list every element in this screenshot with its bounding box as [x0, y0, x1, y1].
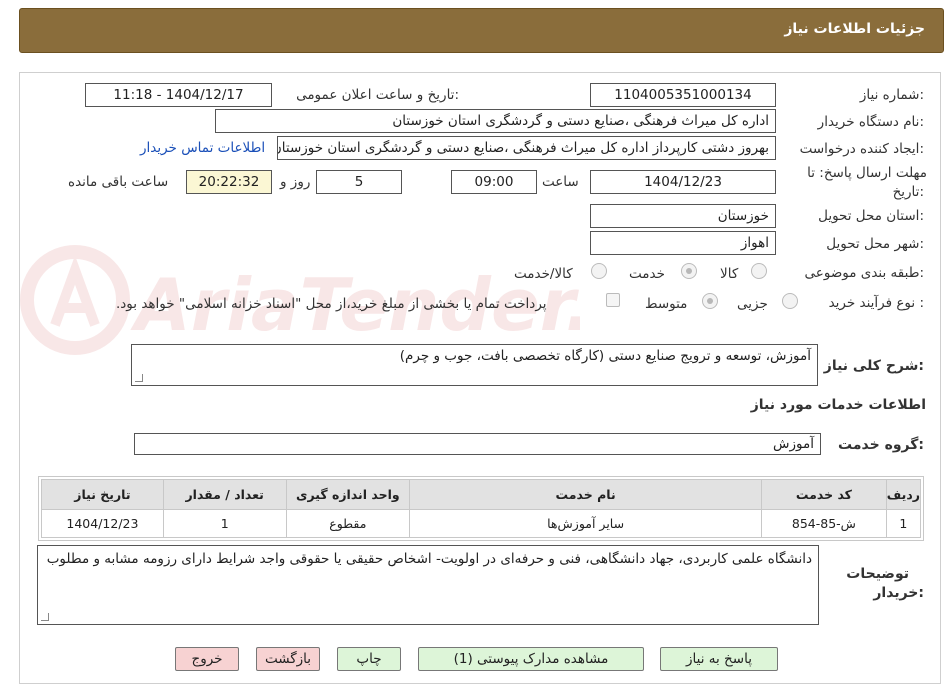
header-service-name: نام خدمت	[409, 479, 763, 510]
cell-need-date: 1404/12/23	[41, 509, 164, 538]
buyer-contact-link[interactable]: اطلاعات تماس خریدار	[140, 140, 265, 156]
back-button[interactable]: بازگشت	[256, 647, 320, 671]
deadline-label: مهلت ارسال پاسخ: تا	[807, 165, 927, 181]
resize-grip-icon[interactable]	[41, 613, 49, 621]
category-option-goods-service: کالا/خدمت	[514, 266, 573, 282]
requester-field: بهروز دشتی کارپرداز اداره کل میراث فرهنگ…	[277, 136, 776, 160]
table-row[interactable]: 1 ش-85-854 سایر آموزش‌ها مقطوع 1 1404/12…	[41, 509, 922, 538]
services-table: ردیف کد خدمت نام خدمت واحد اندازه گیری ت…	[41, 479, 922, 538]
treasury-payment-checkbox[interactable]	[606, 293, 620, 307]
treasury-payment-note: پرداخت تمام یا بخشی از مبلغ خرید،از محل …	[116, 296, 547, 312]
general-description-label: شرح کلی نیاز:	[823, 358, 924, 374]
requester-label: ایجاد کننده درخواست:	[799, 141, 924, 157]
service-group-field: آموزش	[134, 433, 821, 455]
page-title: جزئیات اطلاعات نیاز	[784, 21, 925, 37]
category-option-service: خدمت	[629, 266, 665, 282]
deadline-date-field: 1404/12/23	[590, 170, 776, 194]
exit-button[interactable]: خروج	[175, 647, 239, 671]
header-need-date: تاریخ نیاز	[41, 479, 164, 510]
header-row-number: ردیف	[885, 479, 922, 510]
buyer-org-field: اداره کل میراث فرهنگی ،صنایع دستی و گردش…	[215, 109, 776, 133]
reply-button[interactable]: پاسخ به نیاز	[660, 647, 778, 671]
service-group-label: گروه خدمت:	[838, 437, 924, 453]
category-radio-goods[interactable]	[751, 263, 767, 279]
remaining-time-field: 20:22:32	[186, 170, 272, 194]
process-radio-medium[interactable]	[702, 293, 718, 309]
general-description-text: آموزش، توسعه و ترویج صنایع دستی (کارگاه …	[399, 348, 811, 364]
process-option-medium: متوسط	[645, 296, 688, 312]
deadline-time-field: 09:00	[451, 170, 537, 194]
buyer-org-label: نام دستگاه خریدار:	[817, 114, 924, 130]
category-radio-service[interactable]	[681, 263, 697, 279]
province-label: استان محل تحویل:	[818, 208, 924, 224]
need-number-field: 1104005351000134	[590, 83, 776, 107]
cell-service-code: ش-85-854	[761, 509, 887, 538]
category-radio-goods-service[interactable]	[591, 263, 607, 279]
process-radio-minor[interactable]	[782, 293, 798, 309]
deadline-days-label: روز و	[280, 174, 311, 190]
buyer-notes-field[interactable]: دانشگاه علمی کاربردی، جهاد دانشگاهی، فنی…	[37, 545, 819, 625]
services-table-container: ردیف کد خدمت نام خدمت واحد اندازه گیری ت…	[38, 476, 924, 541]
cell-quantity: 1	[162, 509, 287, 538]
buyer-notes-label: توضیحات	[846, 566, 909, 582]
need-number-label: شماره نیاز:	[859, 87, 924, 103]
cell-row-number: 1	[885, 509, 922, 538]
resize-grip-icon[interactable]	[135, 374, 143, 382]
table-header-row: ردیف کد خدمت نام خدمت واحد اندازه گیری ت…	[41, 479, 922, 510]
print-button[interactable]: چاپ	[337, 647, 401, 671]
header-service-code: کد خدمت	[761, 479, 887, 510]
remaining-time-label: ساعت باقی مانده	[68, 174, 169, 190]
announce-datetime-field: 1404/12/17 - 11:18	[85, 83, 272, 107]
province-field: خوزستان	[590, 204, 776, 228]
buyer-notes-text: دانشگاه علمی کاربردی، جهاد دانشگاهی، فنی…	[46, 551, 812, 567]
city-field: اهواز	[590, 231, 776, 255]
page-header: جزئیات اطلاعات نیاز	[19, 8, 944, 53]
process-label: نوع فرآیند خرید :	[828, 295, 924, 311]
header-quantity: تعداد / مقدار	[162, 479, 287, 510]
deadline-label-date: تاریخ:	[892, 184, 924, 200]
cell-unit: مقطوع	[285, 509, 411, 538]
buyer-notes-label-2: خریدار:	[873, 585, 924, 601]
general-description-field[interactable]: آموزش، توسعه و ترویج صنایع دستی (کارگاه …	[131, 344, 818, 386]
attachments-button[interactable]: مشاهده مدارک پیوستی (1)	[418, 647, 644, 671]
announce-datetime-label: تاریخ و ساعت اعلان عمومی:	[296, 87, 459, 103]
process-option-minor: جزیی	[737, 296, 768, 312]
services-section-title: اطلاعات خدمات مورد نیاز	[750, 397, 926, 413]
deadline-time-label: ساعت	[542, 174, 579, 190]
deadline-days-field: 5	[316, 170, 402, 194]
category-label: طبقه بندی موضوعی:	[804, 265, 924, 281]
category-option-goods: کالا	[720, 266, 739, 282]
header-unit: واحد اندازه گیری	[285, 479, 411, 510]
cell-service-name: سایر آموزش‌ها	[409, 509, 763, 538]
city-label: شهر محل تحویل:	[826, 236, 924, 252]
